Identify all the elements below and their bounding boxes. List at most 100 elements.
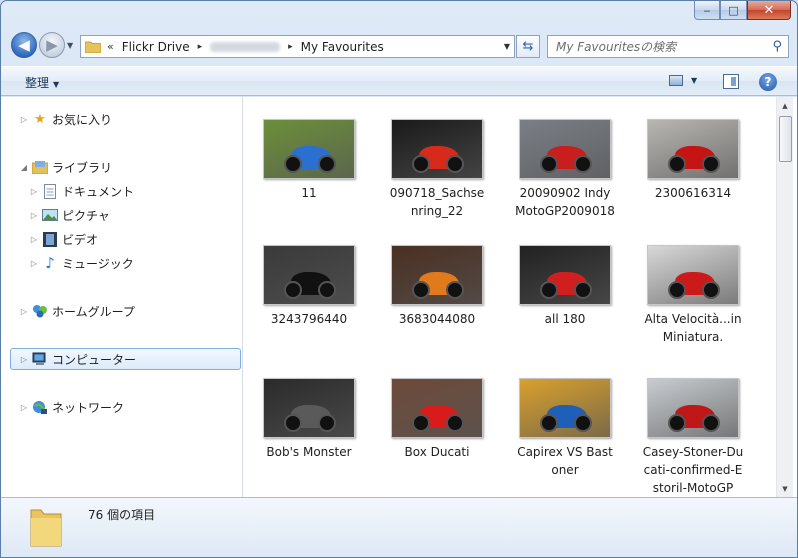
back-button[interactable]: ◀ xyxy=(11,32,37,58)
change-view-button[interactable]: ▼ xyxy=(669,75,697,86)
file-item-label: 20090902 Indy MotoGP2009018 xyxy=(515,186,615,218)
file-item[interactable]: Bob's Monster xyxy=(254,378,364,461)
refresh-icon: ⇆ xyxy=(522,39,534,54)
thumbnail-image xyxy=(391,245,483,305)
sidebar-item-documents[interactable]: ▷ ドキュメント xyxy=(29,180,134,202)
organize-menu[interactable]: 整理 ▼ xyxy=(25,74,59,91)
file-item-label: 2300616314 xyxy=(654,186,732,200)
file-item-label: 3243796440 xyxy=(270,312,348,326)
organize-label: 整理 xyxy=(25,76,50,90)
sidebar-item-label: ネットワーク xyxy=(52,400,125,415)
thumbnail-image xyxy=(647,378,739,438)
scroll-up-icon[interactable]: ▲ xyxy=(777,97,793,114)
sidebar-item-label: ライブラリ xyxy=(52,160,113,175)
minimize-button[interactable]: ‒ xyxy=(694,1,720,20)
sidebar-item-network[interactable]: ▷ ネットワーク xyxy=(19,396,124,418)
expand-icon[interactable]: ▷ xyxy=(29,259,39,268)
preview-pane-button[interactable] xyxy=(723,74,739,89)
maximize-button[interactable]: □ xyxy=(720,1,747,20)
chevron-down-icon: ▼ xyxy=(691,76,698,85)
arrow-left-icon: ◀ xyxy=(18,36,30,54)
file-item-label: Casey-Stoner-Ducati-confirmed-Estoril-Mo… xyxy=(642,445,744,495)
expand-icon[interactable]: ▷ xyxy=(29,235,39,244)
sidebar-item-pictures[interactable]: ▷ ピクチャ xyxy=(29,204,110,226)
address-dropdown-icon[interactable]: ▼ xyxy=(504,42,510,51)
thumbnail-image xyxy=(647,245,739,305)
sidebar-item-music[interactable]: ▷ ♪ ミュージック xyxy=(29,252,134,274)
folder-icon xyxy=(30,509,62,547)
network-icon xyxy=(32,399,48,415)
search-box[interactable]: ⚲ xyxy=(547,35,789,58)
view-icon xyxy=(669,75,683,86)
file-item[interactable]: 3683044080 xyxy=(382,245,492,328)
thumbnail-image xyxy=(263,119,355,179)
expand-icon[interactable]: ▷ xyxy=(19,355,29,364)
file-item-label: Capirex VS Bastoner xyxy=(517,445,613,477)
sidebar-item-videos[interactable]: ▷ ビデオ xyxy=(29,228,98,250)
item-count: 76 個の項目 xyxy=(88,508,156,522)
refresh-button[interactable]: ⇆ xyxy=(516,35,540,58)
expand-icon[interactable]: ▷ xyxy=(19,115,29,124)
breadcrumb-root[interactable]: Flickr Drive xyxy=(122,40,190,54)
breadcrumb-separator[interactable]: ▸ xyxy=(288,42,293,52)
search-input[interactable] xyxy=(556,39,766,54)
thumbnail-image xyxy=(519,245,611,305)
file-item[interactable]: Casey-Stoner-Ducati-confirmed-Estoril-Mo… xyxy=(638,378,748,497)
sidebar-item-label: ミュージック xyxy=(62,256,134,271)
search-icon[interactable]: ⚲ xyxy=(772,39,782,54)
help-button[interactable]: ? xyxy=(759,73,777,91)
computer-icon xyxy=(32,351,48,367)
command-bar: 整理 ▼ ▼ ? xyxy=(1,66,797,96)
file-item[interactable]: 20090902 Indy MotoGP2009018 xyxy=(510,119,620,220)
homegroup-icon xyxy=(32,303,48,319)
breadcrumb-current[interactable]: My Favourites xyxy=(301,40,384,54)
picture-icon xyxy=(42,207,58,223)
breadcrumb-redacted[interactable] xyxy=(210,41,281,52)
sidebar-item-homegroup[interactable]: ▷ ホームグループ xyxy=(19,300,135,322)
scrollbar-thumb[interactable] xyxy=(779,116,792,162)
file-item-label: Alta Velocità...in Miniatura. xyxy=(644,312,742,344)
document-icon xyxy=(42,183,58,199)
breadcrumb-overflow[interactable]: « xyxy=(107,40,114,53)
sidebar-item-label: ピクチャ xyxy=(62,208,110,223)
expand-icon[interactable]: ▷ xyxy=(19,403,29,412)
recent-pages-dropdown[interactable]: ▼ xyxy=(67,41,73,50)
sidebar-item-label: コンピューター xyxy=(52,352,137,367)
sidebar-item-label: お気に入り xyxy=(52,112,113,127)
sidebar-item-label: ドキュメント xyxy=(62,184,135,199)
file-item[interactable]: Alta Velocità...in Miniatura. xyxy=(638,245,748,346)
folder-icon xyxy=(85,41,101,53)
file-item-label: 090718_Sachsenring_22 xyxy=(389,186,485,218)
forward-button[interactable]: ▶ xyxy=(39,32,65,58)
expand-icon[interactable]: ▷ xyxy=(29,211,39,220)
file-list: 11 090718_Sachsenring_22 20090902 Indy Mot… xyxy=(244,97,776,497)
video-icon xyxy=(42,231,58,247)
thumbnail-image xyxy=(519,378,611,438)
sidebar-item-favorites[interactable]: ▷ ★ お気に入り xyxy=(19,108,112,130)
file-item[interactable]: all 180 xyxy=(510,245,620,328)
file-item[interactable]: Capirex VS Bastoner xyxy=(510,378,620,479)
collapse-icon[interactable]: ◢ xyxy=(19,163,29,172)
breadcrumb-separator[interactable]: ▸ xyxy=(198,42,203,52)
file-item-label: 11 xyxy=(301,186,317,200)
expand-icon[interactable]: ▷ xyxy=(19,307,29,316)
navigation-pane: ▷ ★ お気に入り ◢ ライブラリ ▷ ドキュメント ▷ ピクチャ ▷ ビデオ … xyxy=(1,97,243,497)
scroll-down-icon[interactable]: ▼ xyxy=(777,480,793,497)
file-item[interactable]: 3243796440 xyxy=(254,245,364,328)
sidebar-item-libraries[interactable]: ◢ ライブラリ xyxy=(19,156,112,178)
music-icon: ♪ xyxy=(45,254,55,272)
close-button[interactable]: ✕ xyxy=(747,1,791,20)
vertical-scrollbar[interactable]: ▲ ▼ xyxy=(776,97,793,497)
file-item[interactable]: 090718_Sachsenring_22 xyxy=(382,119,492,220)
address-bar[interactable]: « Flickr Drive ▸ ▸ My Favourites ▼ xyxy=(80,35,515,58)
star-icon: ★ xyxy=(34,111,46,127)
file-item[interactable]: 2300616314 xyxy=(638,119,748,202)
thumbnail-image xyxy=(391,378,483,438)
caption-buttons: ‒ □ ✕ xyxy=(694,1,791,20)
library-icon xyxy=(32,159,48,175)
sidebar-item-computer[interactable]: ▷ コンピューター xyxy=(10,348,241,370)
file-item[interactable]: Box Ducati xyxy=(382,378,492,461)
arrow-right-icon: ▶ xyxy=(46,36,58,54)
expand-icon[interactable]: ▷ xyxy=(29,187,39,196)
file-item[interactable]: 11 xyxy=(254,119,364,202)
